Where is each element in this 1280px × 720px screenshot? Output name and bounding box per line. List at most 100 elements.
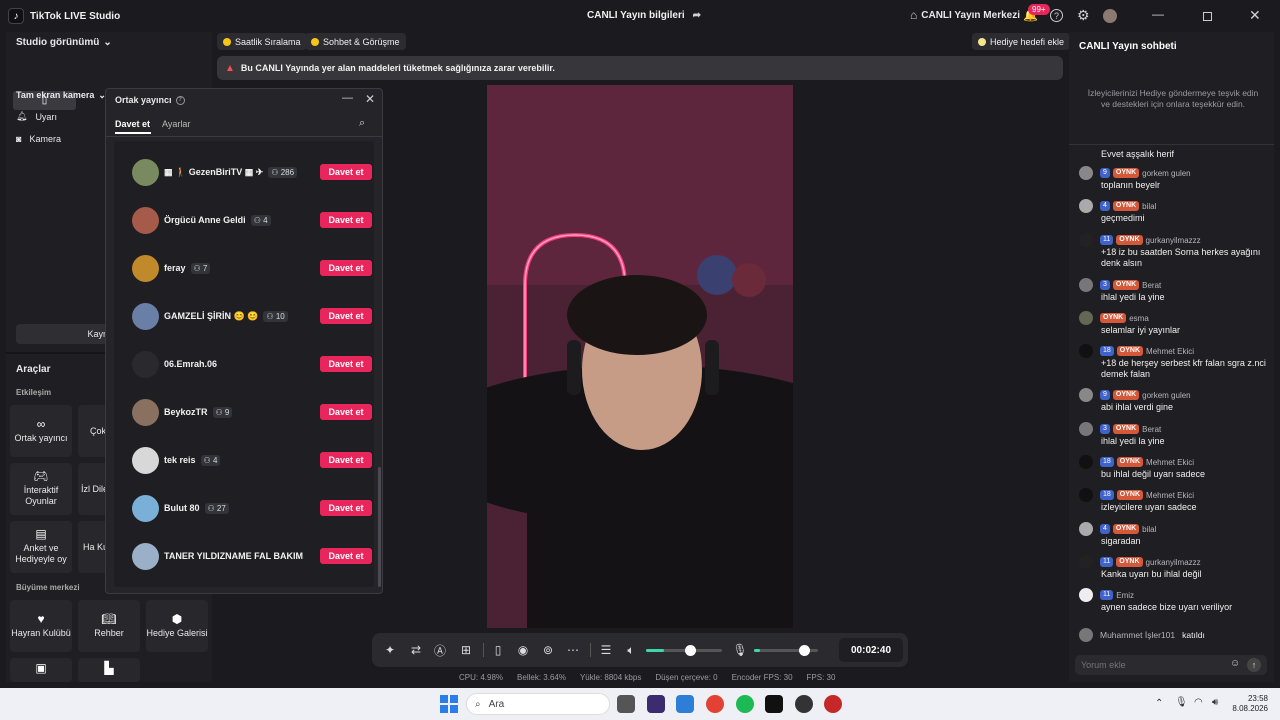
scrollbar[interactable]: [378, 467, 381, 587]
avatar[interactable]: [1079, 488, 1093, 502]
speaker-icon[interactable]: 🔈︎: [623, 642, 639, 658]
invite-button[interactable]: Davet et: [320, 404, 372, 420]
camera-switch-icon[interactable]: ⊚: [540, 642, 556, 658]
wifi-icon[interactable]: ◠: [1194, 697, 1203, 708]
chat-username[interactable]: Berat: [1142, 281, 1161, 290]
after-effects-icon[interactable]: [647, 695, 665, 713]
comment-input[interactable]: [1081, 658, 1221, 672]
emoji-icon[interactable]: ☺: [1230, 658, 1240, 669]
source-item-alert[interactable]: 🔔︎ Uyarı: [16, 111, 57, 122]
chevron-up-icon[interactable]: ⌃: [1155, 698, 1163, 709]
mic-slider[interactable]: [754, 645, 818, 656]
live-info-title[interactable]: CANLI Yayın bilgileri: [587, 10, 685, 21]
ai-icon[interactable]: Ⓐ: [432, 642, 448, 658]
tool-gift-gallery[interactable]: ⬢ Hediye Galerisi: [146, 600, 208, 652]
avatar[interactable]: [1079, 588, 1093, 602]
windows-start-icon[interactable]: [440, 695, 458, 713]
chat-username[interactable]: gorkem gulen: [1142, 391, 1190, 400]
invite-button[interactable]: Davet et: [320, 212, 372, 228]
file-explorer-icon[interactable]: [617, 695, 635, 713]
taskbar-search[interactable]: ⌕ Ara: [466, 693, 610, 715]
home-icon[interactable]: ⌂: [910, 8, 917, 22]
invite-button[interactable]: Davet et: [320, 308, 372, 324]
add-source-button[interactable]: Kayn: [16, 324, 116, 344]
chat-username[interactable]: Mehmet Ekici: [1146, 458, 1194, 467]
avatar[interactable]: [1079, 422, 1093, 436]
tab-invite[interactable]: Davet et: [115, 119, 150, 129]
mic-knob[interactable]: [798, 645, 810, 656]
avatar[interactable]: [1079, 555, 1093, 569]
minimize-icon[interactable]: —: [342, 92, 353, 104]
live-center-link[interactable]: CANLI Yayın Merkezi: [921, 10, 1020, 21]
help-icon[interactable]: ?: [1050, 9, 1063, 22]
search-icon[interactable]: ⌕: [359, 117, 365, 130]
source-title-dropdown[interactable]: Tam ekran kamera ⌄: [16, 90, 106, 101]
send-button[interactable]: ↑: [1247, 658, 1261, 672]
magic-wand-icon[interactable]: ✦: [382, 642, 398, 658]
invite-button[interactable]: Davet et: [320, 260, 372, 276]
volume-knob[interactable]: [685, 645, 697, 656]
tool-poll-gift-vote[interactable]: ▤ Anket ve Hediyeyle oy: [10, 521, 72, 573]
avatar[interactable]: [1079, 522, 1093, 536]
minimize-icon[interactable]: —: [1152, 7, 1164, 21]
chat-username[interactable]: Berat: [1142, 425, 1161, 434]
recorder-icon[interactable]: [824, 695, 842, 713]
avatar[interactable]: [1079, 311, 1093, 325]
app-icon[interactable]: [795, 695, 813, 713]
close-icon[interactable]: ✕: [365, 92, 375, 106]
tool-calendar[interactable]: ▣: [10, 658, 72, 682]
invite-button[interactable]: Davet et: [320, 500, 372, 516]
studio-view-dropdown[interactable]: Studio görünümü ⌄: [16, 37, 112, 48]
avatar[interactable]: [1079, 199, 1093, 213]
chat-call-chip[interactable]: Sohbet & Görüşme: [305, 33, 406, 50]
comment-input-box[interactable]: ☺ ↑: [1075, 655, 1267, 675]
tool-ranking[interactable]: ▙: [78, 658, 140, 682]
record-icon[interactable]: ◉: [515, 642, 531, 658]
close-icon[interactable]: ✕: [1249, 7, 1261, 24]
chat-username[interactable]: esma: [1129, 314, 1149, 323]
avatar[interactable]: [1079, 344, 1093, 358]
invite-button[interactable]: Davet et: [320, 356, 372, 372]
clock[interactable]: 23:58 8.08.2026: [1232, 694, 1268, 714]
settings-sliders-icon[interactable]: ☰: [598, 642, 614, 658]
volume-icon[interactable]: 🔊︎: [1212, 697, 1218, 708]
tool-guide[interactable]: 📖︎ Rehber: [78, 600, 140, 652]
add-media-icon[interactable]: ⊞: [458, 642, 474, 658]
avatar[interactable]: [1079, 455, 1093, 469]
info-icon[interactable]: ?: [175, 95, 185, 105]
invite-button[interactable]: Davet et: [320, 452, 372, 468]
invite-button[interactable]: Davet et: [320, 164, 372, 180]
chat-username[interactable]: Emiz: [1116, 591, 1134, 600]
more-icon[interactable]: ⋯: [565, 642, 581, 658]
avatar[interactable]: [1079, 388, 1093, 402]
avatar[interactable]: [1079, 166, 1093, 180]
tool-fan-club[interactable]: ♥ Hayran Kulübü: [10, 600, 72, 652]
gear-icon[interactable]: ⚙: [1077, 7, 1090, 24]
chat-username[interactable]: bilal: [1142, 202, 1156, 211]
hourly-ranking-chip[interactable]: Saatlik Sıralama: [217, 33, 307, 50]
spotify-icon[interactable]: [736, 695, 754, 713]
tiktok-icon[interactable]: [765, 695, 783, 713]
maximize-icon[interactable]: [1203, 12, 1212, 21]
avatar[interactable]: [1079, 233, 1093, 247]
chat-username[interactable]: Mehmet Ekici: [1146, 491, 1194, 500]
avatar[interactable]: [1079, 278, 1093, 292]
outlook-icon[interactable]: [676, 695, 694, 713]
tool-interactive-games[interactable]: 🎮︎ İnteraktif Oyunlar: [10, 463, 72, 515]
share-icon[interactable]: ➦: [693, 10, 701, 21]
chat-username[interactable]: Mehmet Ekici: [1146, 347, 1194, 356]
chat-username[interactable]: bilal: [1142, 525, 1156, 534]
gift-goal-chip[interactable]: Hediye hedefi ekle: [972, 33, 1071, 50]
microphone-icon[interactable]: 🎙︎: [732, 642, 748, 658]
chrome-icon[interactable]: [706, 695, 724, 713]
tool-co-host[interactable]: ∞ Ortak yayıncı: [10, 405, 72, 457]
chat-username[interactable]: gurkanyilmazzz: [1146, 558, 1201, 567]
volume-slider[interactable]: [646, 645, 722, 656]
tab-settings[interactable]: Ayarlar: [162, 119, 190, 129]
microphone-icon[interactable]: 🎙︎: [1175, 697, 1188, 708]
translate-icon[interactable]: ⇄: [408, 642, 424, 658]
chat-username[interactable]: gurkanyilmazzz: [1146, 236, 1201, 245]
chat-username[interactable]: gorkem gulen: [1142, 169, 1190, 178]
source-item-camera[interactable]: ◙ Kamera: [16, 134, 61, 144]
invite-button[interactable]: Davet et: [320, 548, 372, 564]
